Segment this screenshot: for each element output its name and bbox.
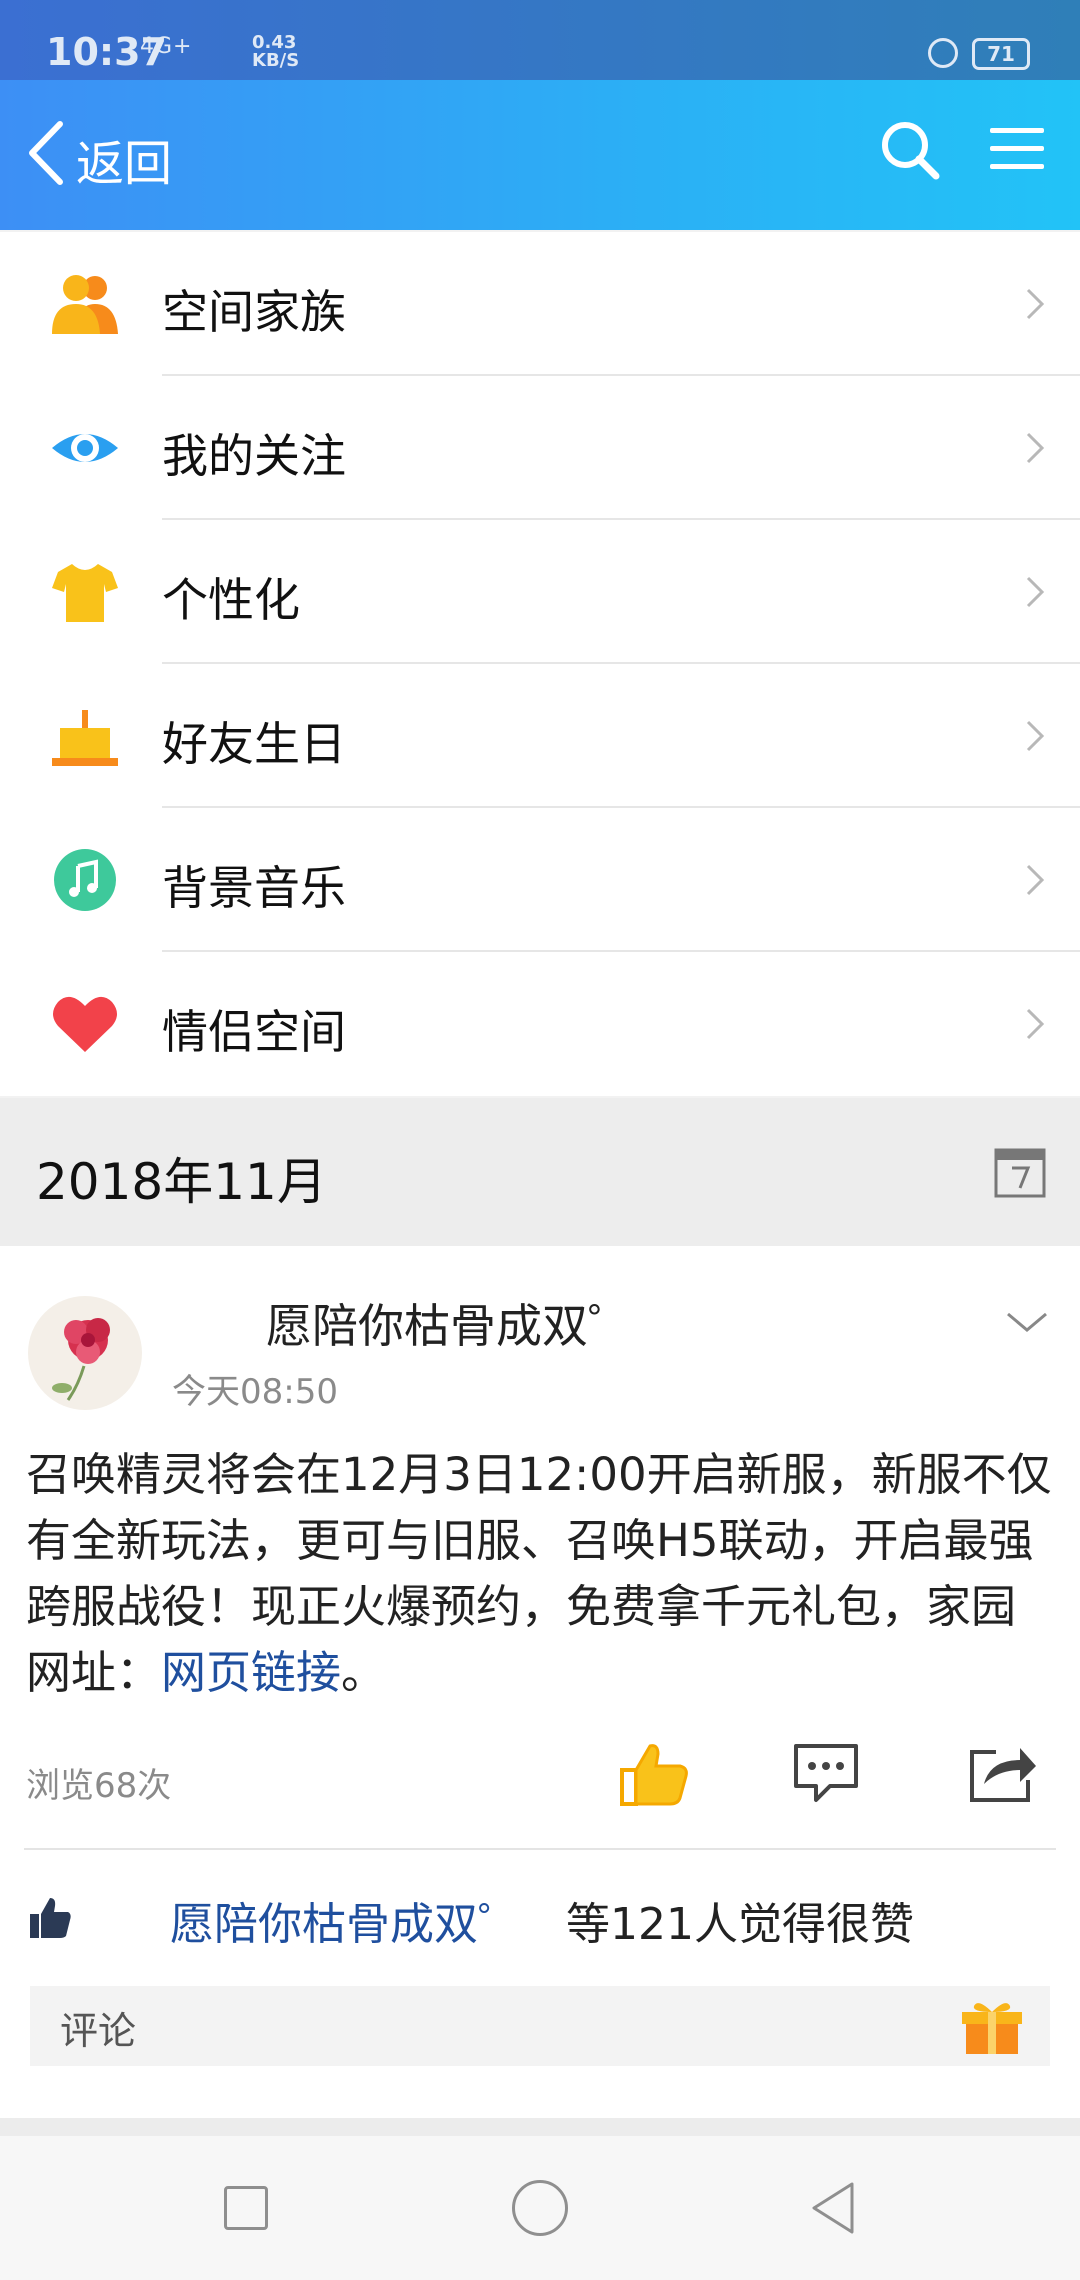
chevron-right-icon [1026,864,1045,896]
menu-item-space-family[interactable]: 空间家族 [0,232,1080,376]
share-icon[interactable] [966,1740,1038,1806]
view-count: 浏览68次 [26,1766,172,1806]
menu-item-my-follows[interactable]: 我的关注 [0,376,1080,520]
eye-icon [52,434,118,462]
recent-apps-button[interactable] [224,2186,268,2230]
tshirt-icon [52,564,118,622]
menu-item-couple-space[interactable]: 情侣空间 [0,952,1080,1096]
menu-icon[interactable] [990,124,1044,174]
section-gap [0,2118,1080,2136]
menu-item-label: 空间家族 [162,285,346,339]
battery-icon: 71 [972,38,1030,70]
post-time: 今天08:50 [172,1372,338,1412]
calendar-icon[interactable] [994,1144,1046,1198]
chevron-right-icon [1026,576,1045,608]
menu-item-label: 情侣空间 [162,1005,346,1059]
comment-icon[interactable] [790,1740,862,1806]
gift-icon[interactable] [960,1996,1024,2056]
back-triangle-icon[interactable] [808,2180,858,2236]
menu-item-personalize[interactable]: 个性化 [0,520,1080,664]
thumbs-up-icon [30,1898,71,1938]
network-speed-unit: KB/S [252,50,300,71]
comment-input[interactable]: 评论 [30,1986,1050,2066]
month-label: 2018年11月 [36,1153,327,1211]
family-icon [52,275,118,334]
cake-icon [52,710,118,766]
lock-icon [928,38,958,68]
chevron-right-icon [1026,1008,1045,1040]
signal-indicator: 4G+ [140,34,193,59]
space-menu-list: 空间家族 我的关注 个性化 好友生日 背景音乐 情侣空间 [0,232,1080,1096]
menu-item-label: 好友生日 [162,717,346,771]
divider [24,1848,1056,1850]
like-icon[interactable] [618,1740,690,1808]
comment-placeholder: 评论 [60,2009,137,2053]
web-link[interactable]: 网页链接 [161,1646,341,1699]
chevron-down-icon[interactable] [1004,1308,1050,1336]
system-navigation-bar [0,2136,1080,2280]
menu-item-label: 个性化 [162,573,300,627]
navigation-bar: 返回 [0,80,1080,230]
like-count-text: 等121人觉得很赞 [566,1899,914,1950]
chevron-right-icon [1026,288,1045,320]
menu-item-friend-birthday[interactable]: 好友生日 [0,664,1080,808]
home-button[interactable] [512,2180,568,2236]
menu-item-label: 我的关注 [162,429,346,483]
heart-icon [53,996,117,1052]
chevron-right-icon [1026,432,1045,464]
menu-item-label: 背景音乐 [162,861,346,915]
avatar[interactable] [28,1296,142,1410]
search-icon[interactable] [878,118,942,182]
post-author[interactable]: 愿陪你枯骨成双゜ [266,1290,634,1356]
month-header: 2018年11月 [0,1098,1080,1246]
network-speed: 0.43 KB/S [252,34,299,70]
feed-post: 愿陪你枯骨成双゜ 今天08:50 召唤精灵将会在12月3日12:00开启新服，新… [0,1246,1080,2118]
flower-avatar-icon [28,1296,142,1410]
menu-item-background-music[interactable]: 背景音乐 [0,808,1080,952]
back-label: 返回 [76,136,173,192]
chevron-right-icon [1026,720,1045,752]
music-icon [54,849,116,911]
post-text-end: 。 [341,1646,387,1699]
status-bar: 10:37 4G+ 0.43 KB/S 71 [0,0,1080,80]
post-body: 召唤精灵将会在12月3日12:00开启新服，新服不仅有全新玩法，更可与旧服、召唤… [26,1442,1056,1706]
liked-by-user[interactable]: 愿陪你枯骨成双゜ [170,1888,522,1952]
back-chevron-icon [29,121,63,185]
